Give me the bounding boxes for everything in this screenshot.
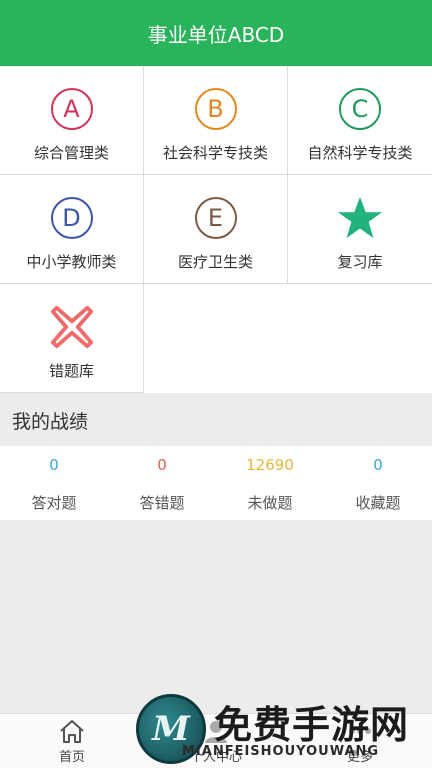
tab-home[interactable]: 首页 [0,714,144,768]
empty-cell [144,284,432,393]
performance-title: 我的战绩 [0,394,432,446]
category-grid: A 综合管理类 B 社会科学专技类 C 自然科学专技类 D 中小学教师类 E 医… [0,66,432,393]
tab-label: 首页 [58,750,85,765]
more-icon [345,717,375,745]
category-a[interactable]: A 综合管理类 [0,66,144,175]
tab-profile[interactable]: 个人中心 [144,714,288,768]
tab-more[interactable]: 更多 [288,714,432,768]
home-icon [57,717,87,745]
category-e[interactable]: E 医疗卫生类 [144,175,288,284]
tab-label: 更多 [346,750,373,765]
category-label: 综合管理类 [33,144,109,162]
stat-favorites[interactable]: 0 收藏题 [324,446,432,520]
category-label: 复习库 [337,253,383,271]
stat-value: 0 [373,456,383,474]
stat-undone[interactable]: 12690 未做题 [216,446,324,520]
category-label: 社会科学专技类 [162,144,268,162]
review-library[interactable]: 复习库 [288,175,432,284]
performance-stats: 0 答对题 0 答错题 12690 未做题 0 收藏题 [0,446,432,520]
stat-value: 12690 [246,456,294,474]
letter-c-icon: C [337,86,383,132]
app-header: 事业单位ABCD [0,0,432,66]
cross-icon [49,304,95,350]
letter-a-icon: A [49,86,95,132]
category-c[interactable]: C 自然科学专技类 [288,66,432,175]
stat-value: 0 [157,456,167,474]
category-label: 自然科学专技类 [307,144,413,162]
stat-correct[interactable]: 0 答对题 [0,446,108,520]
letter-e-icon: E [193,195,239,241]
category-label: 医疗卫生类 [177,253,253,271]
person-icon [201,717,231,745]
stat-wrong[interactable]: 0 答错题 [108,446,216,520]
category-label: 错题库 [48,362,94,380]
stat-value: 0 [49,456,59,474]
page-title: 事业单位ABCD [147,22,285,47]
letter-b-icon: B [193,86,239,132]
category-label: 中小学教师类 [26,253,117,271]
letter-d-icon: D [49,195,95,241]
empty-area [0,520,432,713]
stat-label: 答对题 [31,494,77,512]
stat-label: 未做题 [247,494,293,512]
category-d[interactable]: D 中小学教师类 [0,175,144,284]
category-b[interactable]: B 社会科学专技类 [144,66,288,175]
wrong-questions-library[interactable]: 错题库 [0,284,144,393]
stat-label: 答错题 [139,494,185,512]
stat-label: 收藏题 [355,494,401,512]
bottom-tab-bar: 首页 个人中心 更多 [0,713,432,768]
star-icon [337,195,383,241]
tab-label: 个人中心 [189,750,242,765]
